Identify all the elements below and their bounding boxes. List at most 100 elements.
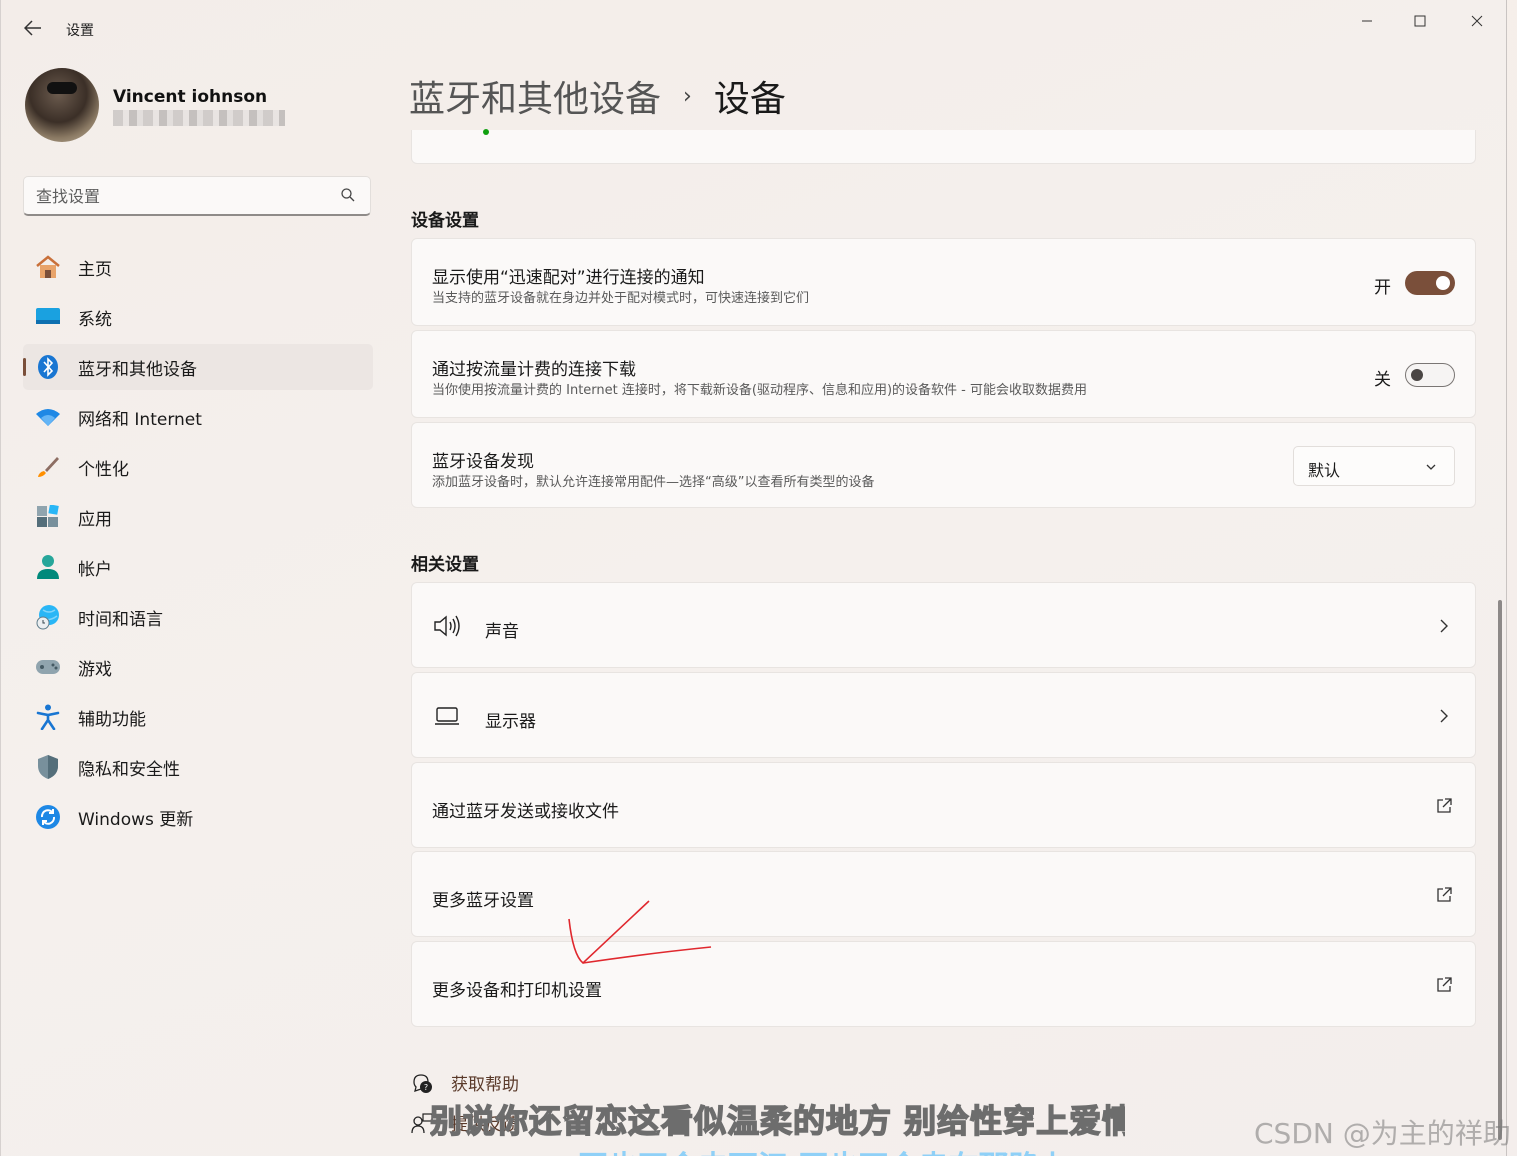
sidebar-item-label: 隐私和安全性 <box>78 759 180 780</box>
section-title-device-settings: 设备设置 <box>411 211 479 231</box>
sidebar-item-label: 应用 <box>78 509 112 530</box>
external-link-icon <box>1437 798 1452 813</box>
related-devices-printers-label: 更多设备和打印机设置 <box>432 981 602 1001</box>
user-email-redacted <box>113 110 285 126</box>
close-button[interactable] <box>1454 6 1500 36</box>
app-title: 设置 <box>66 23 94 39</box>
metered-toggle[interactable] <box>1405 363 1455 387</box>
accessibility-icon <box>35 704 61 730</box>
csdn-watermark: CSDN @为主的祥助 <box>1254 1117 1511 1150</box>
close-icon <box>1471 15 1483 27</box>
update-icon <box>35 804 61 830</box>
sidebar-item-accessibility[interactable]: 辅助功能 <box>23 694 373 740</box>
sidebar-item-home[interactable]: 主页 <box>23 244 373 290</box>
related-display-card[interactable]: 显示器 <box>411 672 1476 758</box>
page-title: 设备 <box>713 79 786 120</box>
related-bt-files-card[interactable]: 通过蓝牙发送或接收文件 <box>411 762 1476 848</box>
scrollbar[interactable] <box>1498 600 1502 1140</box>
lyric-caption-overlay-2: 再也不会去西江 再也不会走在那路上 <box>578 1142 1118 1156</box>
sidebar-item-accounts[interactable]: 帐户 <box>23 544 373 590</box>
swift-pair-toggle[interactable] <box>1405 271 1455 295</box>
gamepad-icon <box>35 654 61 680</box>
search-input[interactable] <box>36 185 326 207</box>
sidebar-item-label: Windows 更新 <box>78 809 194 830</box>
chevron-down-icon <box>1426 464 1436 470</box>
sidebar-nav: 主页 系统 蓝牙和其他设备 网络和 Internet 个性化 应用 帐户 时间和… <box>23 244 373 844</box>
svg-text:?: ? <box>424 1083 428 1092</box>
back-button[interactable] <box>19 14 47 42</box>
swift-pair-state: 开 <box>1374 278 1391 298</box>
user-name: Vincent iohnson <box>113 87 268 107</box>
breadcrumb: 蓝牙和其他设备 › 设备 <box>409 70 786 122</box>
settings-window: 设置 Vincent iohnson 主页 系统 <box>0 0 1507 1156</box>
sidebar-item-label: 蓝牙和其他设备 <box>78 359 197 380</box>
related-display-label: 显示器 <box>485 712 536 732</box>
related-bt-files-label: 通过蓝牙发送或接收文件 <box>432 802 619 822</box>
minimize-button[interactable] <box>1344 6 1390 36</box>
lyric-caption-overlay: 别说你还留恋这看似温柔的地方 别给性穿上爱情 <box>430 1101 1125 1141</box>
sidebar-item-time-language[interactable]: 时间和语言 <box>23 594 373 640</box>
discovery-selected: 默认 <box>1308 461 1341 480</box>
speaker-icon <box>432 611 462 641</box>
sidebar-item-label: 主页 <box>78 259 112 280</box>
chevron-right-icon <box>1440 619 1448 633</box>
maximize-button[interactable] <box>1397 6 1443 36</box>
sidebar-item-personalization[interactable]: 个性化 <box>23 444 373 490</box>
breadcrumb-parent[interactable]: 蓝牙和其他设备 <box>409 70 661 122</box>
discovery-dropdown[interactable]: 默认 <box>1293 446 1455 486</box>
search-icon[interactable] <box>340 187 356 203</box>
related-sound-label: 声音 <box>485 622 519 642</box>
title-bar: 设置 <box>1 0 1506 56</box>
metered-download-card: 通过按流量计费的连接下载 当你使用按流量计费的 Internet 连接时，将下载… <box>411 330 1476 418</box>
metered-desc: 当你使用按流量计费的 Internet 连接时，将下载新设备(驱动程序、信息和应… <box>432 383 1087 398</box>
monitor-icon <box>35 304 61 330</box>
sidebar-item-label: 个性化 <box>78 459 129 480</box>
sidebar-item-label: 系统 <box>78 309 112 330</box>
sidebar-item-bluetooth[interactable]: 蓝牙和其他设备 <box>23 344 373 390</box>
sidebar-item-label: 游戏 <box>78 659 112 680</box>
chevron-right-icon <box>1440 709 1448 723</box>
sidebar-item-network[interactable]: 网络和 Internet <box>23 394 373 440</box>
get-help-link[interactable]: ? 获取帮助 <box>411 1070 519 1095</box>
sidebar-item-label: 网络和 Internet <box>78 409 202 430</box>
discovery-title: 蓝牙设备发现 <box>432 452 534 472</box>
minimize-icon <box>1362 20 1372 22</box>
external-link-icon <box>1437 887 1452 902</box>
sidebar-item-gaming[interactable]: 游戏 <box>23 644 373 690</box>
external-link-icon <box>1437 977 1452 992</box>
sidebar-item-label: 帐户 <box>78 559 112 580</box>
home-icon <box>35 254 61 280</box>
wifi-icon <box>35 404 61 430</box>
swift-pair-title: 显示使用“迅速配对”进行连接的通知 <box>432 268 705 288</box>
related-more-bt-label: 更多蓝牙设置 <box>432 891 534 911</box>
sidebar-item-apps[interactable]: 应用 <box>23 494 373 540</box>
avatar[interactable] <box>25 68 99 142</box>
sidebar-item-label: 时间和语言 <box>78 609 163 630</box>
bluetooth-icon <box>35 354 61 380</box>
metered-state: 关 <box>1374 370 1391 390</box>
metered-title: 通过按流量计费的连接下载 <box>432 360 636 380</box>
swift-pair-card: 显示使用“迅速配对”进行连接的通知 当支持的蓝牙设备就在身边并处于配对模式时，可… <box>411 238 1476 326</box>
search-box[interactable] <box>23 176 371 216</box>
brush-icon <box>35 454 61 480</box>
sidebar-item-privacy[interactable]: 隐私和安全性 <box>23 744 373 790</box>
breadcrumb-separator: › <box>683 83 692 109</box>
maximize-icon <box>1414 15 1426 27</box>
sidebar-item-windows-update[interactable]: Windows 更新 <box>23 794 373 840</box>
display-icon <box>432 701 462 731</box>
shield-icon <box>35 754 61 780</box>
account-icon <box>35 554 61 580</box>
annotation-checkmark <box>568 900 712 965</box>
help-chat-icon: ? <box>413 1073 432 1093</box>
get-help-label: 获取帮助 <box>451 1075 519 1095</box>
section-title-related: 相关设置 <box>411 555 479 575</box>
related-sound-card[interactable]: 声音 <box>411 582 1476 668</box>
apps-icon <box>35 504 61 530</box>
globe-clock-icon <box>35 604 61 630</box>
discovery-desc: 添加蓝牙设备时，默认允许连接常用配件—选择“高级”以查看所有类型的设备 <box>432 475 875 490</box>
sidebar-item-label: 辅助功能 <box>78 709 146 730</box>
device-card-partial[interactable] <box>411 129 1476 164</box>
arrow-left-icon <box>24 20 41 36</box>
swift-pair-desc: 当支持的蓝牙设备就在身边并处于配对模式时，可快速连接到它们 <box>432 291 810 306</box>
sidebar-item-system[interactable]: 系统 <box>23 294 373 340</box>
